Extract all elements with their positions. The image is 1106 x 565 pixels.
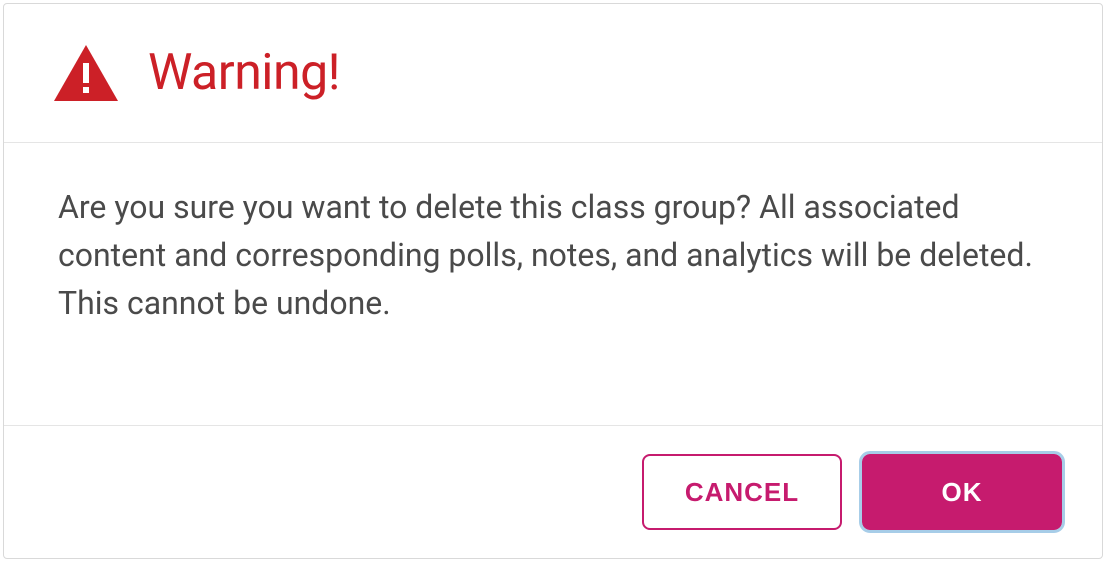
warning-triangle-icon [54,45,118,101]
dialog-body: Are you sure you want to delete this cla… [4,143,1102,425]
dialog-message: Are you sure you want to delete this cla… [58,183,1048,327]
cancel-button[interactable]: CANCEL [642,454,842,530]
ok-button[interactable]: OK [862,454,1062,530]
warning-dialog: Warning! Are you sure you want to delete… [3,3,1103,559]
dialog-header: Warning! [4,4,1102,143]
dialog-footer: CANCEL OK [4,425,1102,558]
dialog-title: Warning! [148,44,340,102]
